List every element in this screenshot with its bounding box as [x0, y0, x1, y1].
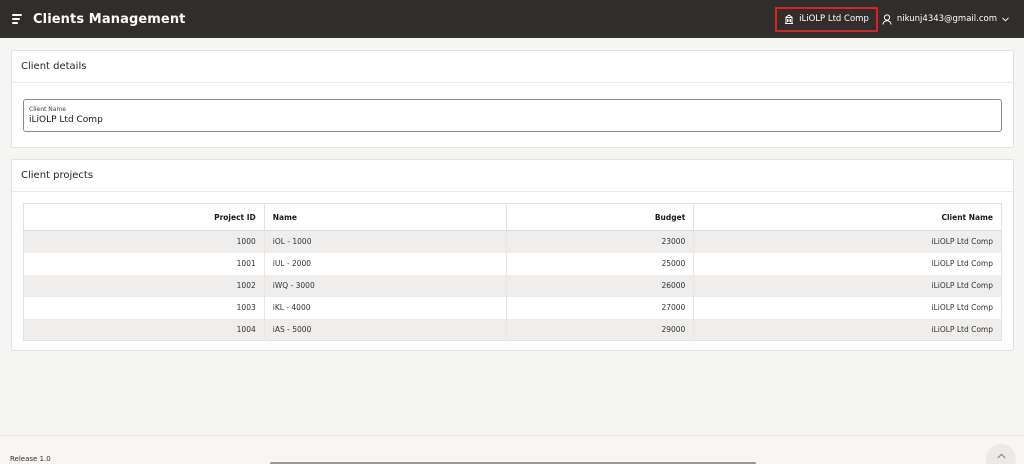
table-row[interactable]: 1004 iAS - 5000 29000 iLiOLP Ltd Comp — [23, 318, 1002, 341]
cell-client-name: iLiOLP Ltd Comp — [693, 274, 1002, 297]
cell-client-name: iLiOLP Ltd Comp — [693, 296, 1002, 319]
table-header-row: Project ID Name Budget Client Name — [23, 203, 1002, 231]
building-icon — [785, 14, 794, 24]
cell-name: iUL - 2000 — [263, 252, 507, 275]
company-name: iLiOLP Ltd Comp — [799, 14, 869, 24]
cell-project-id: 1000 — [23, 230, 265, 253]
top-navigation-bar: Clients Management iLiOLP Ltd Comp nikun… — [0, 0, 1024, 38]
client-name-value: iLiOLP Ltd Comp — [29, 115, 103, 125]
user-menu-button[interactable]: nikunj4343@gmail.com — [882, 13, 1014, 25]
cell-budget: 23000 — [506, 230, 694, 253]
cell-client-name: iLiOLP Ltd Comp — [693, 230, 1002, 253]
table-row[interactable]: 1001 iUL - 2000 25000 iLiOLP Ltd Comp — [24, 252, 1002, 275]
cell-project-id: 1003 — [236, 303, 256, 312]
table-row[interactable]: 1003 iKL - 4000 27000 iLiOLP Ltd Comp — [24, 296, 1002, 319]
chevron-up-icon — [996, 453, 1006, 459]
client-details-heading: Client details — [12, 51, 1013, 83]
client-projects-region: Client projects Project ID Name Budget C… — [11, 159, 1014, 351]
cell-client-name: iLiOLP Ltd Comp — [693, 252, 1002, 275]
cell-project-id: 1002 — [23, 274, 265, 297]
cell-budget: 29000 — [506, 318, 694, 341]
column-header-client-name[interactable]: Client Name — [693, 203, 1002, 231]
app-title[interactable]: Clients Management — [33, 12, 186, 27]
cell-client-name: iLiOLP Ltd Comp — [693, 318, 1002, 341]
cell-budget: 26000 — [506, 274, 694, 297]
client-name-label: Client Name — [29, 106, 66, 113]
user-icon — [882, 13, 892, 25]
release-label: Release 1.0 — [10, 455, 51, 463]
column-header-name[interactable]: Name — [263, 203, 507, 231]
menu-icon[interactable] — [12, 13, 24, 25]
table-row[interactable]: 1000 iOL - 1000 23000 iLiOLP Ltd Comp — [23, 230, 1002, 253]
column-header-project-id[interactable]: Project ID — [23, 203, 265, 231]
scroll-to-top-button[interactable] — [986, 444, 1016, 464]
client-details-region: Client details Client Name iLiOLP Ltd Co… — [11, 50, 1014, 148]
cell-budget: 27000 — [506, 296, 694, 319]
cell-project-id: 1004 — [23, 318, 265, 341]
cell-name: iWQ - 3000 — [263, 274, 507, 297]
client-name-field[interactable]: Client Name iLiOLP Ltd Comp — [23, 99, 1002, 132]
projects-table: Project ID Name Budget Client Name 1000 … — [23, 203, 1002, 341]
column-header-budget[interactable]: Budget — [506, 203, 694, 231]
cell-budget: 25000 — [506, 252, 694, 275]
page-footer: Release 1.0 — [0, 435, 1024, 464]
client-projects-heading: Client projects — [12, 160, 1013, 192]
table-row[interactable]: 1002 iWQ - 3000 26000 iLiOLP Ltd Comp — [23, 274, 1002, 297]
cell-project-id: 1001 — [236, 259, 256, 268]
cell-name: iKL - 4000 — [263, 296, 507, 319]
chevron-down-icon — [1002, 16, 1009, 22]
user-email: nikunj4343@gmail.com — [896, 14, 997, 24]
cell-name: iAS - 5000 — [263, 318, 507, 341]
cell-name: iOL - 1000 — [263, 230, 507, 253]
company-selector-button[interactable]: iLiOLP Ltd Comp — [775, 6, 878, 32]
